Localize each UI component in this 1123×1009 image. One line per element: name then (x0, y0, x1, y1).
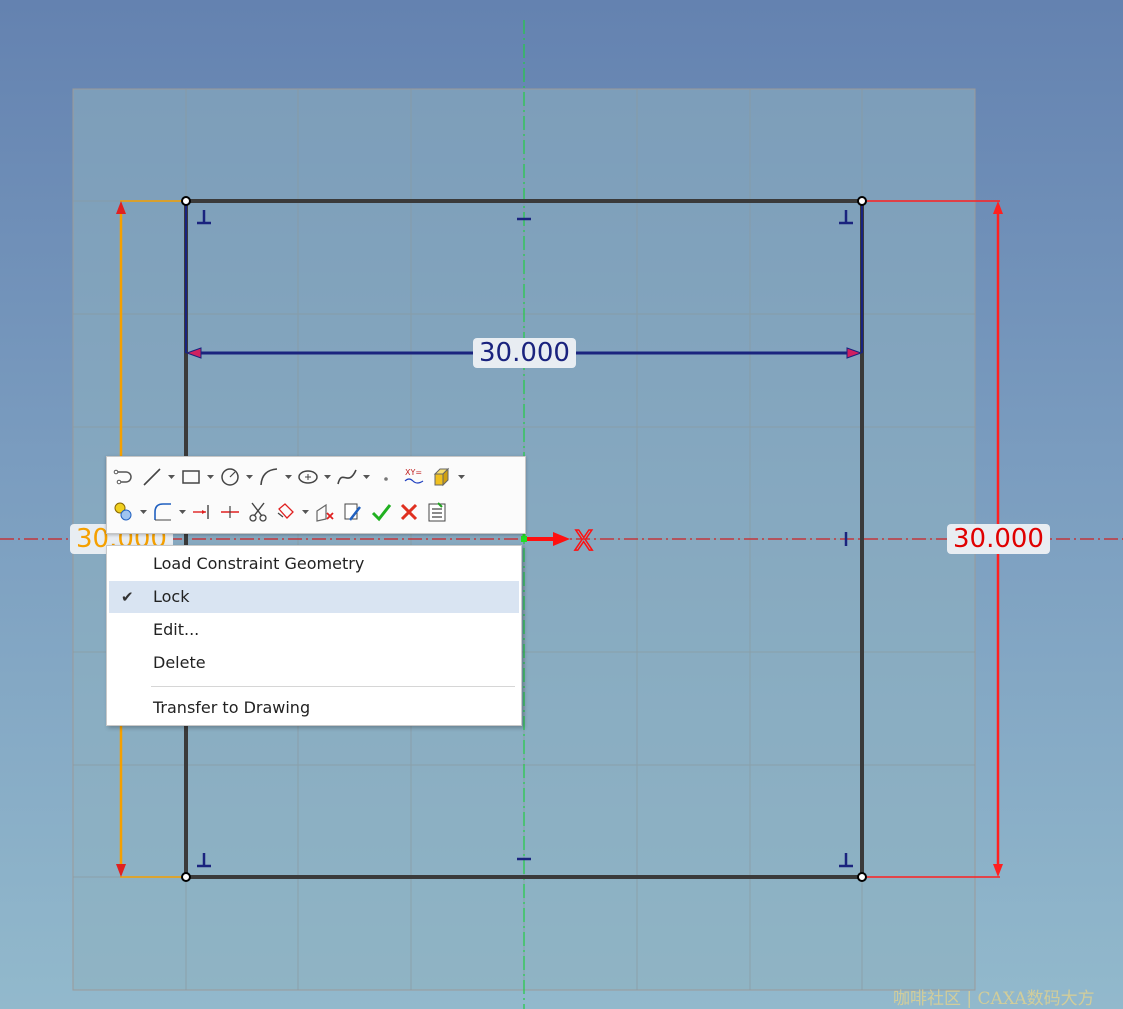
menu-item-delete[interactable]: Delete (109, 647, 519, 679)
arc-icon[interactable] (256, 464, 282, 490)
horizontal-dimension-value[interactable]: 30.000 (473, 338, 576, 368)
spline-icon[interactable] (334, 464, 360, 490)
spline-dropdown-icon[interactable] (362, 464, 371, 490)
trim-icon[interactable] (245, 499, 271, 525)
connect-icon[interactable] (111, 464, 137, 490)
x-axis-label: X (574, 524, 593, 557)
circle-icon[interactable] (217, 464, 243, 490)
context-menu: Load Constraint Geometry ✔ Lock Edit... … (106, 545, 522, 726)
finish-icon[interactable] (368, 499, 394, 525)
menu-item-transfer-to-drawing[interactable]: Transfer to Drawing (109, 692, 519, 724)
cancel-icon[interactable] (396, 499, 422, 525)
delete-plane-icon[interactable] (312, 499, 338, 525)
menu-item-edit[interactable]: Edit... (109, 614, 519, 646)
menu-item-label: Load Constraint Geometry (153, 554, 365, 573)
offset-dropdown-icon[interactable] (301, 499, 310, 525)
ellipse-dropdown-icon[interactable] (323, 464, 332, 490)
split-icon[interactable] (217, 499, 243, 525)
line-dropdown-icon[interactable] (167, 464, 176, 490)
menu-item-label: Lock (153, 587, 190, 606)
offset-icon[interactable] (273, 499, 299, 525)
vertical-dimension-value[interactable]: 30.000 (947, 524, 1050, 554)
point-icon[interactable] (373, 464, 399, 490)
menu-item-label: Transfer to Drawing (153, 698, 311, 717)
fillet-dropdown-icon[interactable] (178, 499, 187, 525)
menu-separator (151, 686, 515, 687)
menu-item-load-constraint-geometry[interactable]: Load Constraint Geometry (109, 548, 519, 580)
edit-icon[interactable] (340, 499, 366, 525)
line-icon[interactable] (139, 464, 165, 490)
project-dropdown-icon[interactable] (139, 499, 148, 525)
checklist-icon[interactable] (424, 499, 450, 525)
circle-dropdown-icon[interactable] (245, 464, 254, 490)
rectangle-dropdown-icon[interactable] (206, 464, 215, 490)
project-icon[interactable] (111, 499, 137, 525)
rectangle-icon[interactable] (178, 464, 204, 490)
menu-item-lock[interactable]: ✔ Lock (109, 581, 519, 613)
extend-icon[interactable] (189, 499, 215, 525)
menu-item-label: Edit... (153, 620, 200, 639)
arc-dropdown-icon[interactable] (284, 464, 293, 490)
fillet-icon[interactable] (150, 499, 176, 525)
ellipse-icon[interactable] (295, 464, 321, 490)
svg-text:XY=: XY= (405, 468, 422, 477)
menu-item-label: Delete (153, 653, 206, 672)
watermark: 咖啡社区 | CAXA数码大方 (893, 989, 1095, 1009)
checkmark-icon: ✔ (121, 588, 134, 606)
equation-curve-icon[interactable]: XY= (401, 464, 427, 490)
extrude-icon[interactable] (429, 464, 455, 490)
extrude-dropdown-icon[interactable] (457, 464, 466, 490)
sketch-toolbar: XY= (106, 456, 526, 534)
